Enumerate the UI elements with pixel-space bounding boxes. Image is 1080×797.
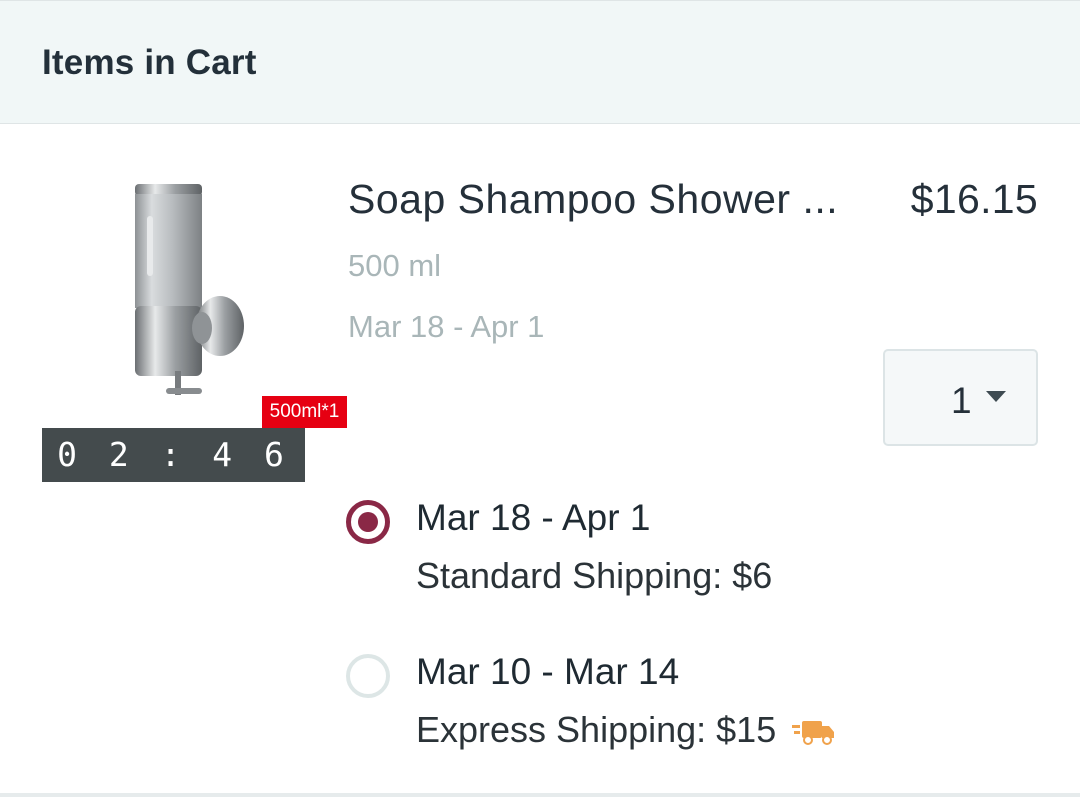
radio-unselected-icon[interactable] (346, 654, 390, 698)
shipping-option-standard[interactable]: Mar 18 - Apr 1 Standard Shipping: $6 (346, 497, 946, 607)
truck-icon (792, 721, 835, 746)
shipping-method-label: Standard Shipping: $6 (416, 555, 773, 596)
product-image[interactable]: 500ml*1 0 2 : 4 6 (42, 166, 347, 482)
quantity-value: 1 (951, 380, 972, 421)
product-variant: 500 ml (348, 248, 442, 283)
product-price: $16.15 (910, 176, 1038, 222)
radio-selected-icon[interactable] (346, 500, 390, 544)
shipping-date: Mar 10 - Mar 14 (416, 651, 680, 692)
size-tag: 500ml*1 (262, 396, 347, 428)
estimated-delivery: Mar 18 - Apr 1 (348, 309, 545, 344)
soap-dispenser-image (135, 184, 244, 395)
shipping-method: Standard Shipping: $6 (416, 555, 772, 597)
chevron-down-icon (986, 391, 1006, 402)
shipping-date: Mar 18 - Apr 1 (416, 497, 651, 538)
quantity-select[interactable]: 1 (883, 349, 1038, 446)
shipping-option-express[interactable]: Mar 10 - Mar 14 Express Shipping: $15 (346, 651, 946, 761)
shipping-method: Express Shipping: $15 (416, 709, 836, 751)
countdown-timer: 0 2 : 4 6 (42, 428, 305, 482)
cart-header: Items in Cart (0, 0, 1080, 124)
divider (0, 793, 1080, 797)
shipping-method-label: Express Shipping: $15 (416, 709, 777, 750)
page-title: Items in Cart (42, 43, 257, 82)
product-name[interactable]: Soap Shampoo Shower ... (348, 176, 868, 223)
